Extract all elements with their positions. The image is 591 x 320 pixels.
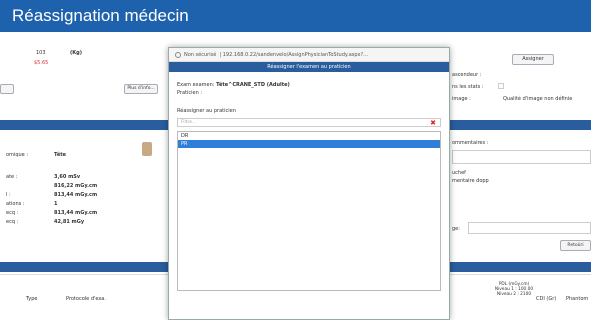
left-edge-button[interactable] [0, 84, 14, 94]
col-header-type: Type [26, 296, 38, 302]
col-header-pdl: PDL (mGy.cm) Niveau 1 : 100.00 Niveau 2 … [494, 282, 534, 297]
more-info-button[interactable]: Plus d'info... [124, 84, 158, 94]
list-item[interactable]: DR [178, 132, 440, 140]
bmi-value: $5.65 [34, 60, 49, 66]
stats-checkbox[interactable] [498, 83, 504, 89]
security-text: Non sécurisé [184, 52, 217, 58]
comments-label: ommentaires : [452, 140, 489, 146]
right-label-2: ns les stats : [452, 84, 484, 90]
url-text[interactable]: 192.168.0.22/sandenvelo/AssignPhysicianT… [223, 52, 368, 58]
assign-label: Réassigner au praticien [177, 108, 236, 114]
dose-value-4: 1 [54, 201, 58, 207]
praticien-label: Praticien : [177, 90, 203, 96]
filter-input[interactable]: Filtre... ✖ [177, 118, 441, 127]
col-header-protocol: Protocole d'exa. [66, 296, 106, 302]
exam-label: Exam examen: [177, 82, 215, 88]
dialog-body: Exam examen: Tête^CRANE_STD (Adulte) Pra… [169, 72, 449, 297]
col-header-phantom: Phantom [566, 296, 589, 302]
praticien-list[interactable]: DR PR [177, 131, 441, 291]
comment-line-1: uchef [452, 170, 466, 176]
col-header-cdi: CDI (Gr) [536, 296, 557, 302]
assign-button[interactable]: Assigner [512, 54, 554, 65]
dose-value-1: 3,60 mSv [54, 174, 81, 180]
right-label-3: image : [452, 96, 471, 102]
comments-field[interactable] [452, 150, 591, 164]
dose-value-5: 813,44 mGy.cm [54, 210, 98, 216]
dose-value-2: 816,22 mGy.cm [54, 183, 98, 189]
dose-label-6: ecq : [6, 219, 19, 225]
filter-placeholder: Filtre... [181, 120, 197, 125]
reassign-dialog: Non sécurisé | 192.168.0.22/sandenvelo/A… [168, 47, 450, 320]
dose-value-0: Tête [54, 152, 67, 158]
list-item-selected[interactable]: PR [178, 140, 440, 148]
comment-line-2: mentaire dopp [452, 178, 489, 184]
dose-label-5: ecq : [6, 210, 19, 216]
info-icon [175, 51, 181, 58]
dialog-header: Réassigner l'examen au praticien [169, 62, 449, 72]
browser-url-bar: Non sécurisé | 192.168.0.22/sandenvelo/A… [169, 48, 449, 62]
comment-line-3: ge: [452, 226, 460, 232]
weight-value: 103 [36, 50, 46, 56]
return-button[interactable]: Retoûri [560, 240, 591, 251]
dose-label-3: l : [6, 192, 11, 198]
body-icon [142, 142, 152, 156]
weight-unit: (Kg) [70, 50, 83, 56]
image-quality-value: Qualité d'image non définie [503, 96, 573, 102]
dose-value-3: 813,44 mGy.cm [54, 192, 98, 198]
dose-label-1: ate : [6, 174, 18, 180]
dose-label-0: omique : [6, 152, 29, 158]
title-banner: Réassignation médecin [0, 0, 591, 32]
exam-value: Tête^CRANE_STD (Adulte) [216, 82, 290, 88]
right-label-1: ascendeur : [452, 72, 482, 78]
dose-value-6: 42,81 mGy [54, 219, 85, 225]
clear-filter-icon[interactable]: ✖ [430, 119, 436, 127]
right-input[interactable] [468, 222, 591, 234]
dose-label-4: ations : [6, 201, 25, 207]
